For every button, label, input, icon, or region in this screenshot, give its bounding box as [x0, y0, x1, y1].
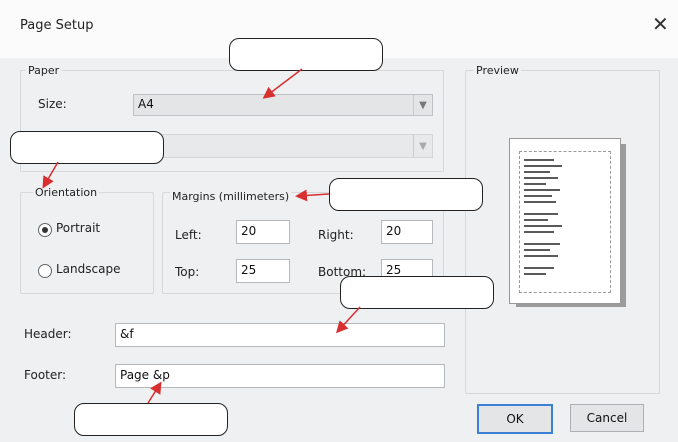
annotation-arrows	[42, 68, 361, 404]
arrow-to-margins	[295, 189, 330, 202]
arrow-to-orientation	[42, 161, 59, 189]
arrow-to-paper-size	[262, 68, 303, 99]
arrow-to-header	[335, 306, 361, 334]
arrow-to-footer	[147, 381, 162, 404]
page-setup-dialog: Page Setup ✕ Paper Size: A4 ▼ ▼ Orientat…	[0, 0, 678, 442]
